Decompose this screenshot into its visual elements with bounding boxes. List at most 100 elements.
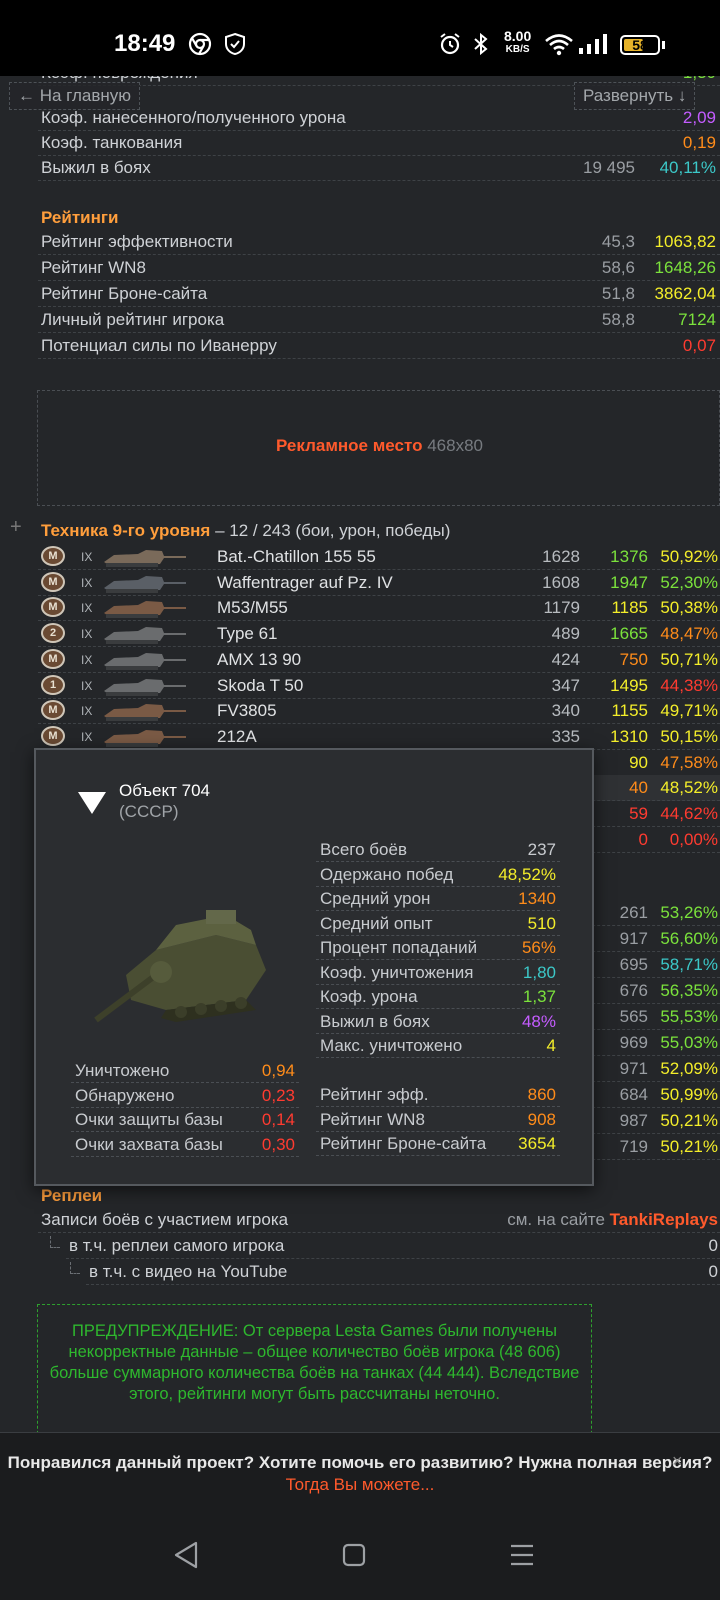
- tooltip-tank-nation: (СССР): [119, 802, 179, 821]
- tank-winrate: 50,99%: [660, 1085, 718, 1104]
- tank-thumbnail: [104, 678, 186, 696]
- tooltip-stat-row: Коэф. урона 1,37: [316, 985, 560, 1009]
- triangle-down-icon: [78, 792, 106, 814]
- tank-damage: 0: [638, 829, 648, 849]
- replays-youtube-value: 0: [708, 1262, 718, 1281]
- tooltip-stat-label: Рейтинг WN8: [320, 1109, 425, 1129]
- tank-damage: 719: [619, 1137, 648, 1156]
- expand-tier-plus-icon[interactable]: +: [10, 516, 22, 539]
- rating-value: 3862,04: [654, 284, 716, 303]
- rating-value: 0,07: [682, 336, 716, 355]
- tank-thumbnail: [104, 704, 186, 722]
- tank-row[interactable]: M IX Waffentrager auf Pz. IV 1608 1947 52,30%: [38, 570, 720, 596]
- tank-row[interactable]: 2 IX Type 61 489 1665 48,47%: [38, 621, 720, 648]
- tank-row[interactable]: M IX AMX 13 90 424 750 50,71%: [38, 647, 720, 673]
- tooltip-tank-name: Объект 704: [119, 781, 210, 800]
- home-icon[interactable]: [340, 1540, 368, 1570]
- tooltip-stat-label: Коэф. урона: [320, 987, 418, 1006]
- rating-value: 1648,26: [654, 258, 716, 277]
- tank-damage: 1495: [610, 675, 648, 695]
- tank-tier: IX: [81, 678, 93, 693]
- rating-label: Рейтинг WN8: [41, 258, 146, 277]
- tank-winrate: 50,21%: [660, 1137, 718, 1156]
- tank-tier: IX: [81, 704, 93, 719]
- tooltip-stat-value: 0,23: [261, 1085, 295, 1105]
- tank-damage: 676: [619, 981, 648, 1000]
- tank-name[interactable]: 212A: [217, 724, 257, 750]
- tankireplays-link[interactable]: TankiReplays: [610, 1210, 718, 1229]
- shield-icon: [225, 32, 245, 56]
- stat-value: 40,11%: [659, 158, 716, 177]
- rating-value: 1063,82: [654, 232, 716, 251]
- tank-name[interactable]: AMX 13 90: [217, 647, 301, 673]
- ad-placeholder[interactable]: Рекламное место 468x80: [37, 390, 720, 506]
- tank-winrate: 56,60%: [660, 929, 718, 948]
- tooltip-stat-label: Рейтинг Броне-сайта: [320, 1134, 487, 1153]
- tooltip-stat-value: 56%: [521, 938, 556, 957]
- network-speed: 8.00 KB/S: [504, 29, 531, 56]
- menu-icon[interactable]: [508, 1540, 536, 1570]
- replays-own-label: в т.ч. реплеи самого игрока: [69, 1236, 285, 1255]
- tank-name[interactable]: Waffentrager auf Pz. IV: [217, 570, 393, 596]
- back-to-main-button[interactable]: ← На главную: [9, 82, 141, 110]
- tank-damage: 40: [629, 778, 648, 798]
- support-banner-link[interactable]: Тогда Вы можете...: [0, 1475, 720, 1495]
- tank-name[interactable]: FV3805: [217, 698, 277, 724]
- rating-value: 7124: [678, 310, 716, 329]
- replays-label: Записи боёв с участием игрока: [41, 1210, 289, 1229]
- tank-damage: 1310: [610, 726, 648, 746]
- tooltip-stat-row: Макс. уничтожено 4: [316, 1034, 560, 1058]
- rating-label: Рейтинг Броне-сайта: [41, 284, 208, 303]
- tank-damage: 1665: [610, 624, 648, 644]
- tooltip-stat-label: Средний опыт: [320, 913, 433, 933]
- tooltip-stat-label: Одержано побед: [320, 864, 454, 884]
- tank-winrate: 48,52%: [660, 778, 718, 798]
- tank-battles: 335: [551, 726, 580, 746]
- tank-damage: 1947: [610, 572, 648, 592]
- tank-battles: 1628: [542, 547, 580, 566]
- stat-count: 19 495: [583, 158, 635, 177]
- tank-winrate: 44,62%: [660, 804, 718, 823]
- rating-label: Потенциал силы по Иванерру: [41, 336, 277, 355]
- tank-row[interactable]: M IX FV3805 340 1155 49,71%: [38, 698, 720, 725]
- tooltip-stat-row: Рейтинг Броне-сайта 3654: [316, 1132, 560, 1156]
- tank-winrate: 0,00%: [669, 829, 718, 849]
- tooltip-stat-label: Очки захвата базы: [75, 1134, 223, 1154]
- mastery-badge-icon: M: [41, 597, 65, 618]
- tooltip-stat-label: Средний урон: [320, 889, 431, 908]
- tank-row[interactable]: M IX Bat.-Chatillon 155 55 1628 1376 50,92%: [38, 544, 720, 570]
- tooltip-stat-value: 237: [527, 840, 556, 859]
- tooltip-stat-row: Одержано побед 48,52%: [316, 863, 560, 887]
- tank-row[interactable]: M IX M53/M55 1179 1185 50,38%: [38, 595, 720, 622]
- stat-label: Выжил в боях: [41, 158, 151, 177]
- expand-button[interactable]: Развернуть ↓: [574, 82, 696, 110]
- tanks-title[interactable]: Техника 9-го уровня: [41, 521, 210, 540]
- tank-winrate: 55,53%: [660, 1007, 718, 1026]
- tank-damage: 261: [619, 903, 648, 922]
- replays-title: Реплеи: [41, 1186, 103, 1205]
- tank-damage: 917: [619, 929, 648, 948]
- alarm-icon: [440, 33, 460, 55]
- tank-name[interactable]: Type 61: [217, 621, 278, 647]
- replays-row-youtube: в т.ч. с видео на YouTube 0: [86, 1259, 720, 1285]
- tank-name[interactable]: M53/M55: [217, 595, 288, 621]
- tank-winrate: 52,30%: [660, 572, 718, 592]
- tanks-section-header: Техника 9-го уровня – 12 / 243 (бои, уро…: [41, 521, 450, 541]
- tank-row[interactable]: 1 IX Skoda T 50 347 1495 44,38%: [38, 673, 720, 699]
- tank-damage: 565: [619, 1007, 648, 1026]
- back-icon[interactable]: [172, 1540, 200, 1570]
- tooltip-stat-row: Рейтинг WN8 908: [316, 1108, 560, 1132]
- signal-icon: [579, 34, 607, 54]
- tank-thumbnail: [104, 575, 186, 593]
- tank-row[interactable]: M IX 212A 335 1310 50,15%: [38, 724, 720, 750]
- tank-winrate: 44,38%: [660, 675, 718, 695]
- tank-name[interactable]: Bat.-Chatillon 155 55: [217, 544, 376, 570]
- tank-damage: 695: [619, 955, 648, 974]
- tooltip-stat-row: Очки защиты базы 0,14: [71, 1108, 299, 1132]
- rating-row: Рейтинг WN8 58,6 1648,26: [38, 255, 720, 281]
- tooltip-stat-row: Процент попаданий 56%: [316, 936, 560, 960]
- tank-name[interactable]: Skoda T 50: [217, 673, 303, 699]
- tooltip-stat-label: Рейтинг эфф.: [320, 1085, 429, 1104]
- close-icon[interactable]: ×: [672, 1451, 683, 1472]
- tank-winrate: 50,21%: [660, 1111, 718, 1130]
